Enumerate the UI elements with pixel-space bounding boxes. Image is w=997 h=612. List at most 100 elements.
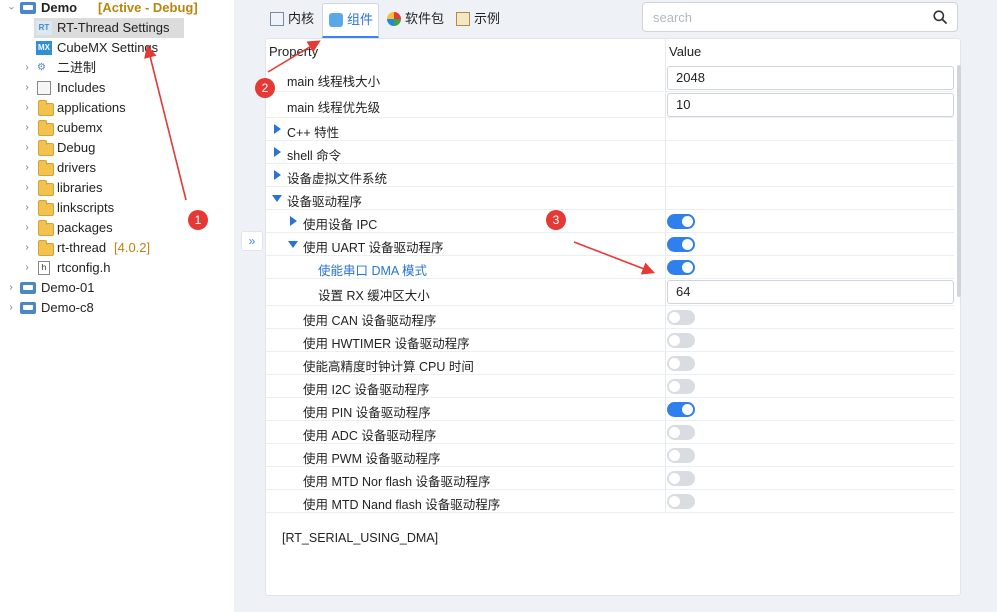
- expand-arrow-icon[interactable]: ›: [22, 98, 32, 118]
- property-row[interactable]: 使用 ADC 设备驱动程序: [266, 421, 954, 444]
- property-row[interactable]: 使用 PIN 设备驱动程序: [266, 398, 954, 421]
- toggle-pin[interactable]: [667, 402, 695, 417]
- property-label: 使用 MTD Nand flash 设备驱动程序: [303, 498, 501, 512]
- property-row[interactable]: 使用 CAN 设备驱动程序: [266, 306, 954, 329]
- toggle-mtd-nor[interactable]: [667, 471, 695, 486]
- expand-arrow-icon[interactable]: ›: [22, 238, 32, 258]
- property-label: 使用 HWTIMER 设备驱动程序: [303, 337, 470, 351]
- property-row[interactable]: 使用 MTD Nor flash 设备驱动程序: [266, 467, 954, 490]
- toggle-knob: [669, 450, 680, 461]
- property-row[interactable]: 使用 I2C 设备驱动程序: [266, 375, 954, 398]
- expand-arrow-icon[interactable]: ›: [22, 78, 32, 98]
- expand-arrow-icon[interactable]: ›: [22, 138, 32, 158]
- expand-arrow-icon[interactable]: [290, 216, 297, 226]
- priority-input[interactable]: 10: [667, 93, 954, 117]
- toggle-knob: [682, 216, 693, 227]
- toggle-mtd-nand[interactable]: [667, 494, 695, 509]
- property-label: 使能串口 DMA 模式: [318, 264, 428, 278]
- collapse-sidebar-button[interactable]: »: [241, 231, 263, 251]
- property-row-group[interactable]: 使用 UART 设备驱动程序: [266, 233, 954, 256]
- expand-arrow-icon[interactable]: ›: [6, 298, 16, 318]
- toggle-device-ipc[interactable]: [667, 214, 695, 229]
- collapse-arrow-icon[interactable]: [272, 195, 282, 202]
- tab-components[interactable]: 组件: [322, 3, 379, 38]
- expand-arrow-icon[interactable]: ›: [22, 58, 32, 78]
- expand-arrow-icon[interactable]: ›: [22, 218, 32, 238]
- property-label: 使用 CAN 设备驱动程序: [303, 314, 437, 328]
- annotation-badge-1: 1: [188, 210, 208, 230]
- version-tag: [4.0.2]: [114, 240, 151, 255]
- toggle-pwm[interactable]: [667, 448, 695, 463]
- expand-arrow-icon[interactable]: ›: [1, 3, 21, 13]
- folder-icon: [38, 240, 54, 256]
- toggle-can[interactable]: [667, 310, 695, 325]
- property-row[interactable]: 使用 PWM 设备驱动程序: [266, 444, 954, 467]
- tree-item-label: libraries: [57, 180, 103, 195]
- property-grid: Property Value main 线程栈大小 2048 main 线程优先…: [265, 38, 961, 596]
- toggle-adc[interactable]: [667, 425, 695, 440]
- vertical-scrollbar[interactable]: [957, 65, 961, 297]
- property-label: 使用 PIN 设备驱动程序: [303, 406, 431, 420]
- property-row[interactable]: 使能高精度时钟计算 CPU 时间: [266, 352, 954, 375]
- tree-item-label: CubeMX Settings: [57, 40, 159, 55]
- property-row-group[interactable]: 设备虚拟文件系统: [266, 164, 954, 187]
- property-row-group[interactable]: C++ 特性: [266, 118, 954, 141]
- expand-arrow-icon[interactable]: ›: [22, 118, 32, 138]
- includes-icon: [37, 81, 51, 95]
- column-header-property: Property: [269, 44, 319, 59]
- toggle-hwtimer[interactable]: [667, 333, 695, 348]
- search-placeholder: search: [653, 10, 693, 25]
- toggle-cpu-time[interactable]: [667, 356, 695, 371]
- expand-arrow-icon[interactable]: ›: [22, 198, 32, 218]
- toggle-knob: [682, 404, 693, 415]
- property-row-group[interactable]: 使用设备 IPC: [266, 210, 954, 233]
- expand-arrow-icon[interactable]: ›: [22, 258, 32, 278]
- property-row[interactable]: 使用 HWTIMER 设备驱动程序: [266, 329, 954, 352]
- expand-arrow-icon[interactable]: ›: [22, 158, 32, 178]
- rx-buffer-size-input[interactable]: 64: [667, 280, 954, 304]
- tab-examples[interactable]: 示例: [456, 3, 506, 35]
- expand-arrow-icon[interactable]: ›: [6, 278, 16, 298]
- tab-label: 软件包: [405, 11, 445, 26]
- tab-packages[interactable]: 软件包: [387, 3, 449, 35]
- property-row-selected[interactable]: 使能串口 DMA 模式: [266, 256, 954, 279]
- property-row-group[interactable]: 设备驱动程序: [266, 187, 954, 210]
- property-row[interactable]: main 线程栈大小 2048: [266, 65, 954, 92]
- property-row-group[interactable]: shell 命令: [266, 141, 954, 164]
- tree-item-label: packages: [57, 220, 113, 235]
- project-name: Demo-01: [41, 280, 95, 295]
- binaries-icon: ⚙: [37, 62, 46, 73]
- packages-icon: [387, 12, 401, 26]
- expand-arrow-icon[interactable]: [274, 147, 281, 157]
- folder-icon: [38, 200, 54, 216]
- property-label: 设备驱动程序: [287, 195, 363, 209]
- collapse-arrow-icon[interactable]: [288, 241, 298, 248]
- tree-item-rt-thread-settings[interactable]: RT RT-Thread Settings: [34, 18, 184, 38]
- tree-item-label: RT-Thread Settings: [57, 20, 170, 35]
- expand-arrow-icon[interactable]: [274, 170, 281, 180]
- tab-label: 示例: [474, 11, 501, 26]
- property-label: 使用 I2C 设备驱动程序: [303, 383, 430, 397]
- property-label: 设置 RX 缓冲区大小: [318, 289, 430, 303]
- toggle-i2c[interactable]: [667, 379, 695, 394]
- property-row[interactable]: main 线程优先级 10: [266, 92, 954, 118]
- search-icon[interactable]: [933, 10, 947, 24]
- expand-arrow-icon[interactable]: [274, 124, 281, 134]
- property-label: 设备虚拟文件系统: [287, 172, 388, 186]
- tree-item-label: applications: [57, 100, 126, 115]
- expand-arrow-icon[interactable]: ›: [22, 178, 32, 198]
- toggle-knob: [669, 358, 680, 369]
- property-row[interactable]: 使用 MTD Nand flash 设备驱动程序: [266, 490, 954, 513]
- stack-size-input[interactable]: 2048: [667, 66, 954, 90]
- toggle-knob: [669, 427, 680, 438]
- toggle-serial-dma[interactable]: [667, 260, 695, 275]
- search-input[interactable]: search: [642, 2, 958, 32]
- property-label: main 线程栈大小: [287, 75, 381, 89]
- components-icon: [329, 13, 343, 27]
- property-row[interactable]: 设置 RX 缓冲区大小 64: [266, 279, 954, 306]
- property-label: C++ 特性: [287, 126, 340, 140]
- tab-kernel[interactable]: 内核: [270, 3, 322, 35]
- property-label: shell 命令: [287, 149, 342, 163]
- toggle-uart[interactable]: [667, 237, 695, 252]
- toggle-knob: [669, 381, 680, 392]
